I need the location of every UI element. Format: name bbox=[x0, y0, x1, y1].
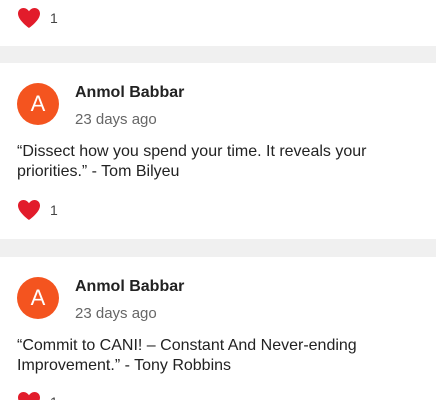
heart-icon[interactable] bbox=[17, 199, 41, 221]
avatar[interactable]: A bbox=[17, 83, 59, 125]
post-card: A Anmol Babbar 23 days ago “Commit to CA… bbox=[0, 257, 436, 400]
like-row: 1 bbox=[17, 7, 58, 29]
like-count: 1 bbox=[50, 394, 58, 400]
post-card: A Anmol Babbar 23 days ago “Dissect how … bbox=[0, 63, 436, 239]
avatar[interactable]: A bbox=[17, 277, 59, 319]
like-count: 1 bbox=[50, 202, 58, 218]
post-time: 23 days ago bbox=[75, 305, 157, 322]
quote-text: “Dissect how you spend your time. It rev… bbox=[17, 143, 367, 180]
post-card: 1 bbox=[0, 0, 436, 46]
quote-feed: 1 A Anmol Babbar 23 days ago “Dissect ho… bbox=[0, 0, 436, 400]
author-name[interactable]: Anmol Babbar bbox=[75, 84, 184, 102]
heart-icon[interactable] bbox=[17, 7, 41, 29]
like-row: 1 bbox=[17, 391, 58, 400]
quote-text: “Commit to CANI! – Constant And Never-en… bbox=[17, 337, 357, 374]
heart-icon[interactable] bbox=[17, 391, 41, 400]
like-count: 1 bbox=[50, 10, 58, 26]
like-row: 1 bbox=[17, 199, 58, 221]
author-name[interactable]: Anmol Babbar bbox=[75, 278, 184, 296]
post-time: 23 days ago bbox=[75, 111, 157, 128]
